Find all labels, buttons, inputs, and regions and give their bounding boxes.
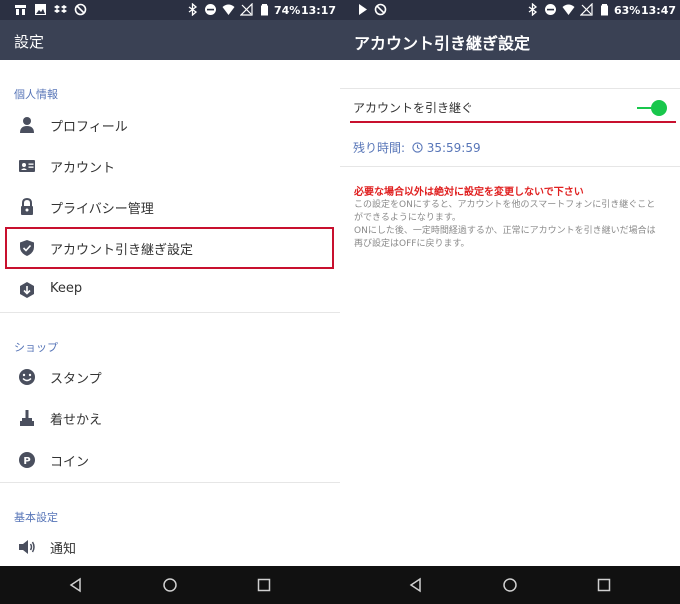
battery-percent: 74%	[274, 4, 301, 17]
clock: 13:17	[301, 4, 337, 17]
recents-icon[interactable]	[596, 577, 612, 593]
svg-text:P: P	[23, 456, 30, 467]
clock: 13:47	[641, 4, 677, 17]
no-signal-icon	[580, 3, 593, 16]
no-signal-icon	[240, 3, 253, 16]
bluetooth-icon	[528, 3, 538, 16]
section-divider	[0, 312, 340, 313]
remaining-time-label: 残り時間:	[353, 141, 406, 155]
wifi-icon	[222, 4, 235, 15]
settings-item-stickers[interactable]: スタンプ	[0, 357, 340, 397]
battery-icon	[601, 4, 608, 16]
home-icon[interactable]	[162, 577, 178, 593]
do-not-disturb-icon	[74, 3, 87, 16]
settings-item-label: コイン	[50, 455, 90, 470]
keep-icon	[20, 282, 34, 298]
settings-item-profile[interactable]: プロフィール	[0, 105, 340, 145]
brush-icon	[20, 410, 34, 426]
settings-item-privacy[interactable]: プライバシー管理	[0, 187, 340, 227]
image-icon	[35, 4, 46, 15]
status-bar: 74% 13:17	[0, 0, 340, 20]
section-divider	[0, 482, 340, 483]
nav-bar	[340, 566, 680, 604]
battery-icon	[261, 4, 268, 16]
section-header-shop: ショップ	[14, 341, 58, 354]
highlight-underline	[350, 121, 676, 123]
page-title: 設定	[14, 33, 45, 51]
id-card-icon	[19, 160, 35, 172]
dropbox-icon	[54, 5, 67, 13]
settings-item-label: アカウント	[50, 161, 116, 176]
toggle-label: アカウントを引き継ぐ	[353, 101, 474, 115]
clock-icon	[412, 142, 423, 153]
remaining-time: 残り時間: 35:59:59	[353, 139, 481, 156]
nav-bar	[0, 566, 340, 604]
settings-item-label: プライバシー管理	[50, 202, 154, 217]
app-bar: 設定	[0, 20, 340, 60]
settings-item-account[interactable]: アカウント	[0, 146, 340, 186]
page-title: アカウント引き継ぎ設定	[354, 34, 531, 53]
app-bar: アカウント引き継ぎ設定	[340, 20, 680, 60]
speaker-icon	[19, 540, 35, 554]
smiley-icon	[19, 369, 35, 385]
warning-text: 必要な場合以外は絶対に設定を変更しないで下さい	[354, 187, 584, 198]
battery-percent: 63%	[614, 4, 641, 17]
minus-circle-icon	[545, 4, 556, 15]
section-header-basic: 基本設定	[14, 511, 58, 524]
account-transfer-toggle[interactable]	[651, 100, 667, 116]
row-divider	[340, 166, 680, 167]
settings-item-label: 着せかえ	[50, 413, 103, 428]
section-header-personal: 個人情報	[14, 88, 58, 101]
back-icon[interactable]	[68, 577, 84, 593]
remaining-time-value: 35:59:59	[426, 141, 481, 155]
account-transfer-screen: 63% 13:47 アカウント引き継ぎ設定 アカウントを引き継ぐ 残り時間: 3…	[340, 0, 680, 604]
settings-item-label: スタンプ	[50, 372, 102, 387]
description-paragraph-2: ONにした後、一定時間経過するか、正常にアカウントを引き継いだ場合は再び設定はO…	[354, 226, 656, 249]
settings-item-notifications[interactable]: 通知	[0, 527, 340, 567]
home-icon[interactable]	[502, 577, 518, 593]
back-icon[interactable]	[408, 577, 424, 593]
lock-icon	[21, 198, 33, 215]
status-bar: 63% 13:47	[340, 0, 680, 20]
description-paragraph-1: この設定をONにすると、アカウントを他のスマートフォンに引き継ぐことができるよう…	[354, 200, 656, 223]
coin-icon: P	[19, 452, 35, 468]
settings-item-coins[interactable]: P コイン	[0, 440, 340, 480]
bluetooth-icon	[188, 3, 198, 16]
settings-item-themes[interactable]: 着せかえ	[0, 398, 340, 438]
recents-icon[interactable]	[256, 577, 272, 593]
wifi-icon	[562, 4, 575, 15]
highlight-frame	[5, 227, 334, 269]
account-transfer-toggle-row[interactable]: アカウントを引き継ぐ	[340, 89, 680, 125]
play-icon	[359, 4, 367, 15]
settings-item-label: プロフィール	[50, 120, 128, 135]
do-not-disturb-icon	[374, 3, 387, 16]
app-notification-icon	[15, 5, 26, 15]
settings-screen: 74% 13:17 設定 個人情報 プロフィール アカウント プライバシー管理 …	[0, 0, 340, 604]
settings-item-keep[interactable]: Keep	[0, 270, 340, 310]
settings-item-label: 通知	[50, 542, 77, 557]
minus-circle-icon	[205, 4, 216, 15]
person-icon	[20, 117, 34, 133]
settings-item-label: Keep	[50, 281, 83, 296]
